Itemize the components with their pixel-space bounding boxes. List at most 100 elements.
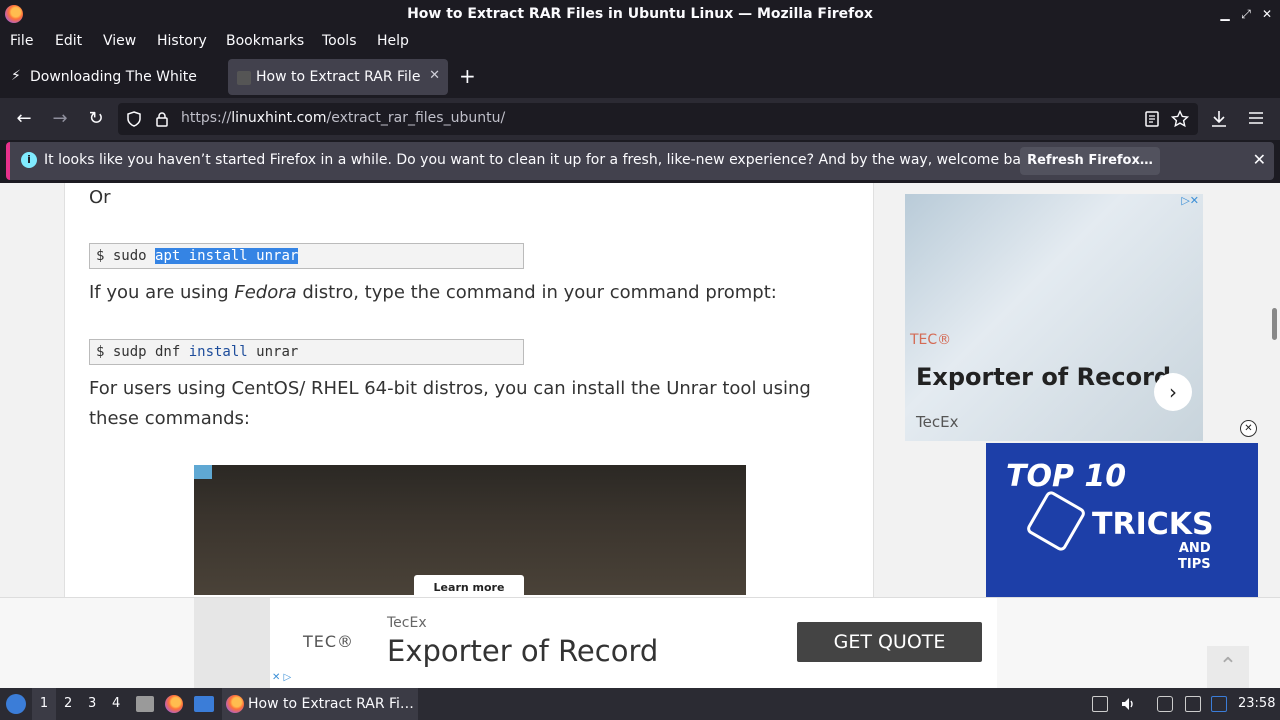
- tab-label: Downloading The White H: [30, 69, 200, 85]
- code-keyword: install: [188, 344, 248, 360]
- scroll-to-top-button[interactable]: ⌃: [1207, 646, 1249, 688]
- menu-edit[interactable]: Edit: [55, 33, 82, 49]
- fedora-text-pre: If you are using: [89, 282, 235, 303]
- ad-source: TecEx: [916, 413, 959, 431]
- ad-choices-icon[interactable]: [194, 465, 212, 479]
- new-tab-button[interactable]: +: [459, 64, 476, 88]
- code-rest: unrar: [247, 344, 299, 360]
- url-scheme: https://: [181, 110, 232, 126]
- sidebar-ad-tricks[interactable]: TOP 10 TRICKS AND TIPS: [986, 443, 1258, 603]
- hamburger-menu-icon[interactable]: [1248, 111, 1264, 125]
- shield-icon[interactable]: [126, 111, 142, 127]
- learn-more-button[interactable]: Learn more: [414, 575, 524, 595]
- fedora-text-post: distro, type the command in your command…: [296, 282, 777, 303]
- navigation-bar: ← → ↻ https://linuxhint.com/extract_rar_…: [0, 98, 1280, 140]
- forward-button[interactable]: →: [48, 108, 72, 129]
- reader-view-icon[interactable]: [1145, 111, 1159, 127]
- refresh-firefox-notification: i It looks like you haven’t started Fire…: [6, 142, 1274, 180]
- network-tray-icon[interactable]: [1211, 696, 1227, 712]
- close-ad-icon[interactable]: ✕: [1240, 420, 1257, 437]
- volume-icon[interactable]: [1120, 696, 1136, 712]
- close-tab-icon[interactable]: ✕: [429, 68, 440, 83]
- url-path: /extract_rar_files_ubuntu/: [326, 110, 506, 126]
- url-bar[interactable]: https://linuxhint.com/extract_rar_files_…: [118, 103, 1198, 135]
- paragraph-or: Or: [89, 187, 111, 208]
- menu-history[interactable]: History: [157, 33, 207, 49]
- notification-message: It looks like you haven’t started Firefo…: [44, 152, 1043, 168]
- ad-arrow-button[interactable]: ›: [1154, 373, 1192, 411]
- taskbar: 1 2 3 4 How to Extract RAR Fi… 23:58: [0, 688, 1280, 720]
- inline-video-ad[interactable]: Learn more: [194, 465, 746, 595]
- workspace-2[interactable]: 2: [64, 696, 72, 711]
- sidebar-ad-exporter[interactable]: ▷✕ TEC® Exporter of Record TecEx ›: [905, 194, 1203, 441]
- ad-brand-logo: TEC®: [910, 332, 952, 348]
- code-block-apt[interactable]: $ sudo apt install unrar: [89, 243, 524, 269]
- ad-side-image: [194, 598, 270, 688]
- notes-tray-icon[interactable]: [1157, 696, 1173, 712]
- back-button[interactable]: ←: [12, 108, 36, 129]
- bottom-banner-ad[interactable]: TEC® TecEx Exporter of Record GET QUOTE …: [0, 597, 1280, 688]
- menu-view[interactable]: View: [103, 33, 136, 49]
- tab-downloading[interactable]: ⚡ Downloading The White H: [2, 59, 224, 95]
- tab-bar: ⚡ Downloading The White H How to Extract…: [0, 56, 1280, 98]
- taskbar-window-firefox[interactable]: How to Extract RAR Fi…: [222, 688, 418, 720]
- page-content: Or $ sudo apt install unrar If you are u…: [0, 183, 1280, 688]
- close-window-button[interactable]: ✕: [1258, 5, 1276, 23]
- tab-extract-rar[interactable]: How to Extract RAR Files ✕: [228, 59, 448, 95]
- refresh-firefox-button[interactable]: Refresh Firefox…: [1020, 147, 1160, 175]
- menu-help[interactable]: Help: [377, 33, 409, 49]
- menu-file[interactable]: File: [10, 33, 33, 49]
- menu-bookmarks[interactable]: Bookmarks: [226, 33, 304, 49]
- taskbar-clock: 23:58: [1238, 696, 1276, 711]
- ad-and-text: AND: [1178, 541, 1211, 556]
- workspace-4[interactable]: 4: [112, 696, 120, 711]
- menu-tools[interactable]: Tools: [322, 33, 357, 49]
- ad-tricks-text: TRICKS: [1092, 507, 1214, 542]
- url-text[interactable]: https://linuxhint.com/extract_rar_files_…: [181, 110, 505, 126]
- clipboard-tray-icon[interactable]: [1092, 696, 1108, 712]
- bookmark-star-icon[interactable]: [1171, 110, 1189, 128]
- workspace-3[interactable]: 3: [88, 696, 96, 711]
- get-quote-button[interactable]: GET QUOTE: [797, 622, 982, 662]
- ad-headline: Exporter of Record: [916, 363, 1172, 391]
- maximize-button[interactable]: ⤢: [1237, 5, 1255, 23]
- bolt-icon: ⚡: [11, 68, 21, 84]
- ad-choices-icon[interactable]: ✕ ▷: [272, 672, 291, 683]
- lock-icon[interactable]: [155, 111, 169, 127]
- ad-headline: Exporter of Record: [387, 634, 659, 668]
- window-titlebar: How to Extract RAR Files in Ubuntu Linux…: [0, 0, 1280, 29]
- code-prompt: $ sudo: [96, 248, 156, 264]
- taskbar-window-label: How to Extract RAR Fi…: [248, 696, 414, 712]
- ad-brand-logo: TEC®: [303, 632, 355, 651]
- file-manager-icon[interactable]: [136, 696, 154, 712]
- page-scrollbar[interactable]: [1272, 308, 1277, 340]
- banner-ad-body[interactable]: TEC® TecEx Exporter of Record GET QUOTE: [270, 598, 997, 688]
- url-domain: linuxhint.com: [231, 110, 327, 126]
- firefox-icon: [226, 695, 244, 713]
- ad-and-tips-text: AND TIPS: [1178, 541, 1211, 573]
- code-block-dnf[interactable]: $ sudp dnf install unrar: [89, 339, 524, 365]
- ad-source: TecEx: [387, 615, 427, 631]
- cube-logo-icon: [1024, 489, 1088, 553]
- window-title: How to Extract RAR Files in Ubuntu Linux…: [407, 6, 873, 22]
- ad-tips-text: TIPS: [1178, 557, 1211, 572]
- ad-choices-icon[interactable]: ▷✕: [1181, 194, 1199, 207]
- downloads-icon[interactable]: [1211, 110, 1227, 128]
- workspace-1[interactable]: 1: [32, 688, 56, 720]
- terminal-icon[interactable]: [194, 696, 214, 712]
- close-notification-icon[interactable]: ✕: [1253, 150, 1266, 169]
- paragraph-fedora: If you are using Fedora distro, type the…: [89, 278, 777, 308]
- reload-button[interactable]: ↻: [84, 108, 108, 129]
- firefox-launcher-icon[interactable]: [165, 695, 183, 713]
- code-selected-text: apt install unrar: [155, 248, 299, 264]
- paragraph-centos-1: For users using CentOS/ RHEL 64-bit dist…: [89, 378, 811, 399]
- paragraph-centos-2: these commands:: [89, 408, 250, 429]
- ad-top10-text: TOP 10: [1006, 459, 1127, 494]
- linuxhint-favicon-icon: [237, 71, 251, 85]
- tab-label: How to Extract RAR Files: [256, 69, 421, 85]
- fedora-emphasis: Fedora: [234, 282, 297, 303]
- minimize-button[interactable]: ▁: [1216, 5, 1234, 23]
- start-menu-icon[interactable]: [6, 694, 26, 714]
- menu-bar: File Edit View History Bookmarks Tools H…: [0, 29, 1280, 54]
- display-tray-icon[interactable]: [1185, 696, 1201, 712]
